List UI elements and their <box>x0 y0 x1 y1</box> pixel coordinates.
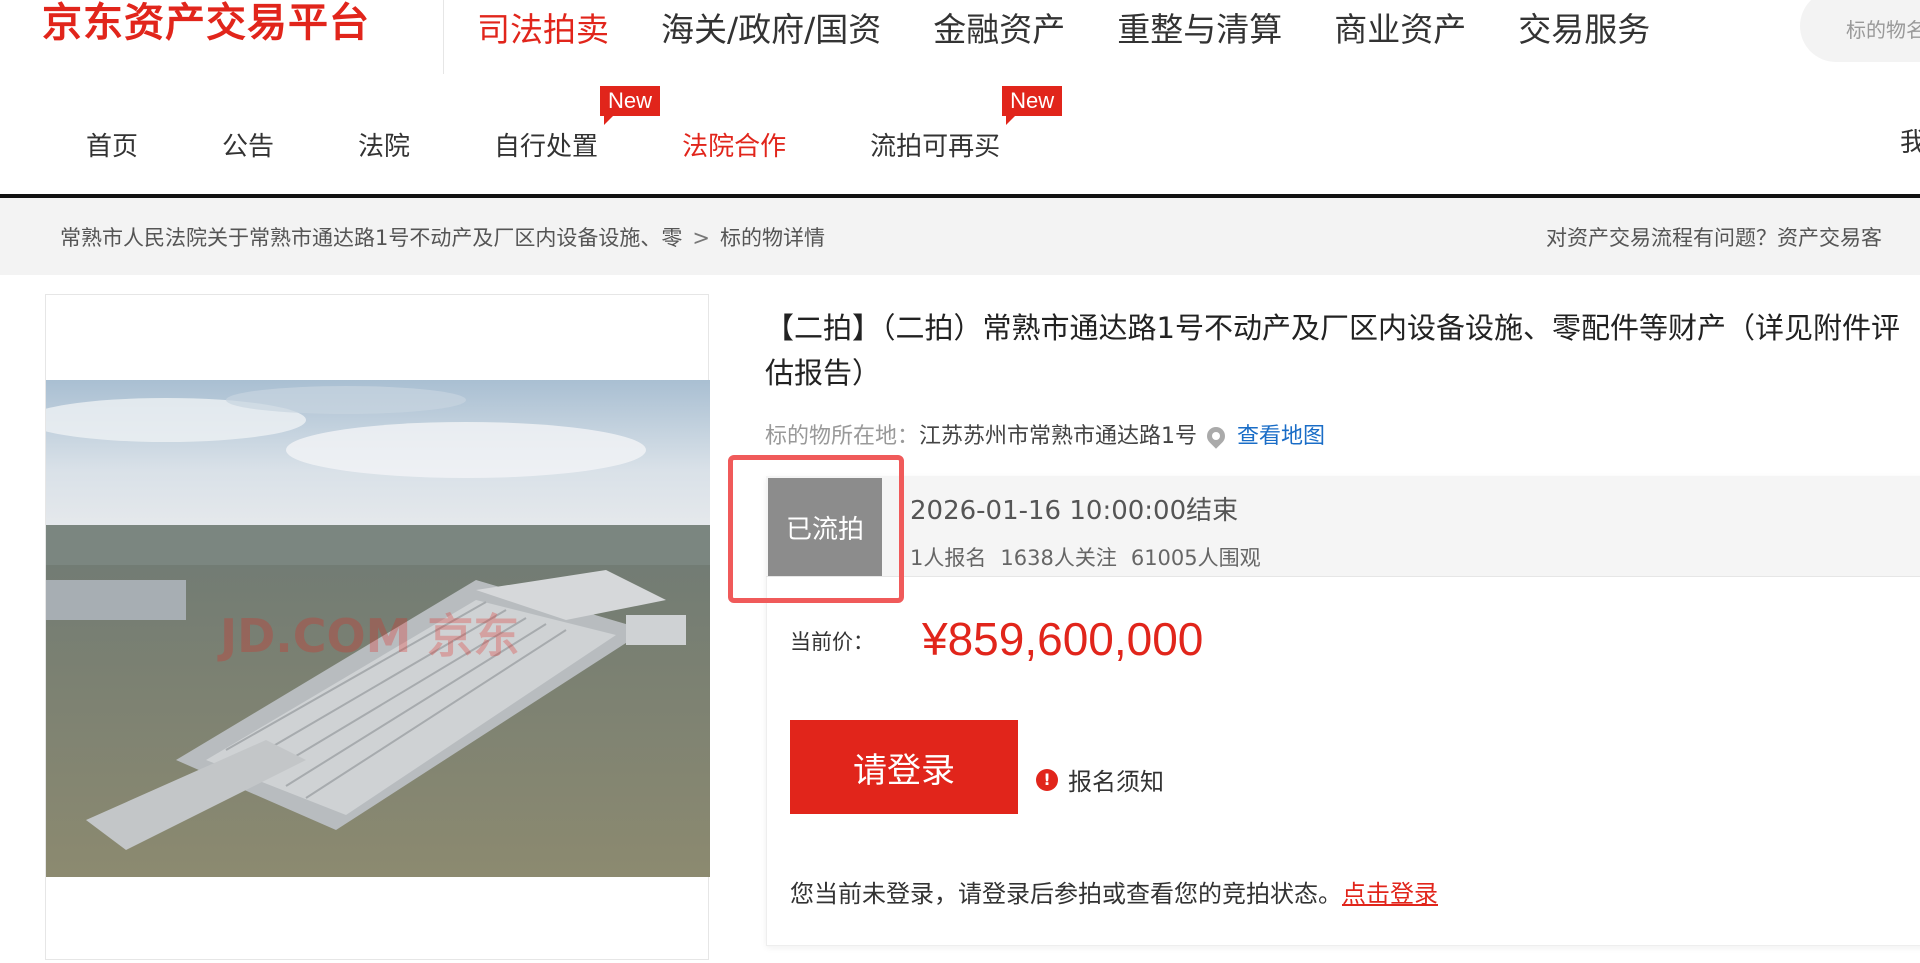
new-badge: New <box>1002 85 1063 125</box>
breadcrumb-current: 标的物详情 <box>719 226 825 250</box>
site-logo[interactable]: 京东资产交易平台 <box>42 0 370 46</box>
nav-commercial-assets[interactable]: 商业资产 <box>1334 3 1466 51</box>
subnav-court[interactable]: 法院 <box>358 126 410 163</box>
nav-judicial-auction[interactable]: 司法拍卖 <box>477 3 609 51</box>
help-text[interactable]: 对资产交易流程有问题？资产交易客 <box>1546 222 1882 252</box>
current-price: ¥859,600,000 <box>922 613 1204 665</box>
main-nav: 司法拍卖 海关/政府/国资 金融资产 重整与清算 商业资产 交易服务 <box>477 0 1650 54</box>
price-label: 当前价： <box>790 630 874 654</box>
signup-count: 1人报名 <box>910 546 987 570</box>
image-watermark: JD.COM 京东 <box>220 609 520 663</box>
new-badge: New <box>600 85 661 125</box>
subnav-rebuy[interactable]: 流拍可再买 New <box>870 85 1063 163</box>
subnav-announcement[interactable]: 公告 <box>222 126 274 163</box>
signup-notice[interactable]: ! 报名须知 <box>1036 762 1164 797</box>
subnav-rebuy-label: 流拍可再买 <box>870 131 1001 162</box>
login-button[interactable]: 请登录 <box>790 720 1018 814</box>
item-location: 标的物所在地：江苏苏州市常熟市通达路1号 查看地图 <box>765 418 1325 450</box>
location-address: 江苏苏州市常熟市通达路1号 <box>919 424 1198 449</box>
subnav-self-disposal[interactable]: 自行处置 New <box>494 85 661 163</box>
nav-financial-assets[interactable]: 金融资产 <box>933 3 1065 51</box>
breadcrumb: 常熟市人民法院关于常熟市通达路1号不动产及厂区内设备设施、零 > 标的物详情 <box>60 222 825 252</box>
login-link[interactable]: 点击登录 <box>1342 880 1438 908</box>
location-label: 标的物所在地： <box>765 424 920 449</box>
login-message: 您当前未登录，请登录后参拍或查看您的竞拍状态。点击登录 <box>790 874 1438 909</box>
item-title: 【二拍】（二拍）常熟市通达路1号不动产及厂区内设备设施、零配件等财产（详见附件评… <box>765 311 1900 390</box>
nav-trade-services[interactable]: 交易服务 <box>1518 3 1650 51</box>
breadcrumb-separator: > <box>692 226 710 250</box>
sub-nav: 首页 公告 法院 自行处置 New 法院合作 流拍可再买 New <box>86 85 1063 164</box>
view-map-link[interactable]: 查看地图 <box>1237 424 1325 449</box>
subnav-home[interactable]: 首页 <box>86 126 138 163</box>
logo-divider <box>443 0 444 74</box>
location-pin-icon <box>1203 423 1229 449</box>
search-box[interactable]: 标的物名 <box>1800 0 1920 62</box>
signup-notice-label: 报名须知 <box>1068 768 1164 796</box>
search-placeholder: 标的物名 <box>1846 18 1920 42</box>
auction-stats: 1人报名 1638人关注 61005人围观 <box>910 542 1275 572</box>
breadcrumb-parent[interactable]: 常熟市人民法院关于常熟市通达路1号不动产及厂区内设备设施、零 <box>60 226 682 250</box>
subnav-self-disposal-label: 自行处置 <box>494 131 599 162</box>
view-count: 61005人围观 <box>1130 546 1261 570</box>
nav-customs-government[interactable]: 海关/政府/国资 <box>661 3 881 51</box>
nav-restructuring[interactable]: 重整与清算 <box>1117 3 1282 51</box>
login-message-text: 您当前未登录，请登录后参拍或查看您的竞拍状态。 <box>790 880 1342 908</box>
alert-icon: ! <box>1036 768 1058 791</box>
end-time: 2026-01-16 10:00:00结束 <box>910 496 1239 526</box>
follower-count: 1638人关注 <box>1000 546 1117 570</box>
subnav-right-text[interactable]: 我 <box>1900 122 1920 159</box>
subnav-court-cooperation[interactable]: 法院合作 <box>682 126 786 163</box>
status-highlight-box <box>728 455 904 603</box>
